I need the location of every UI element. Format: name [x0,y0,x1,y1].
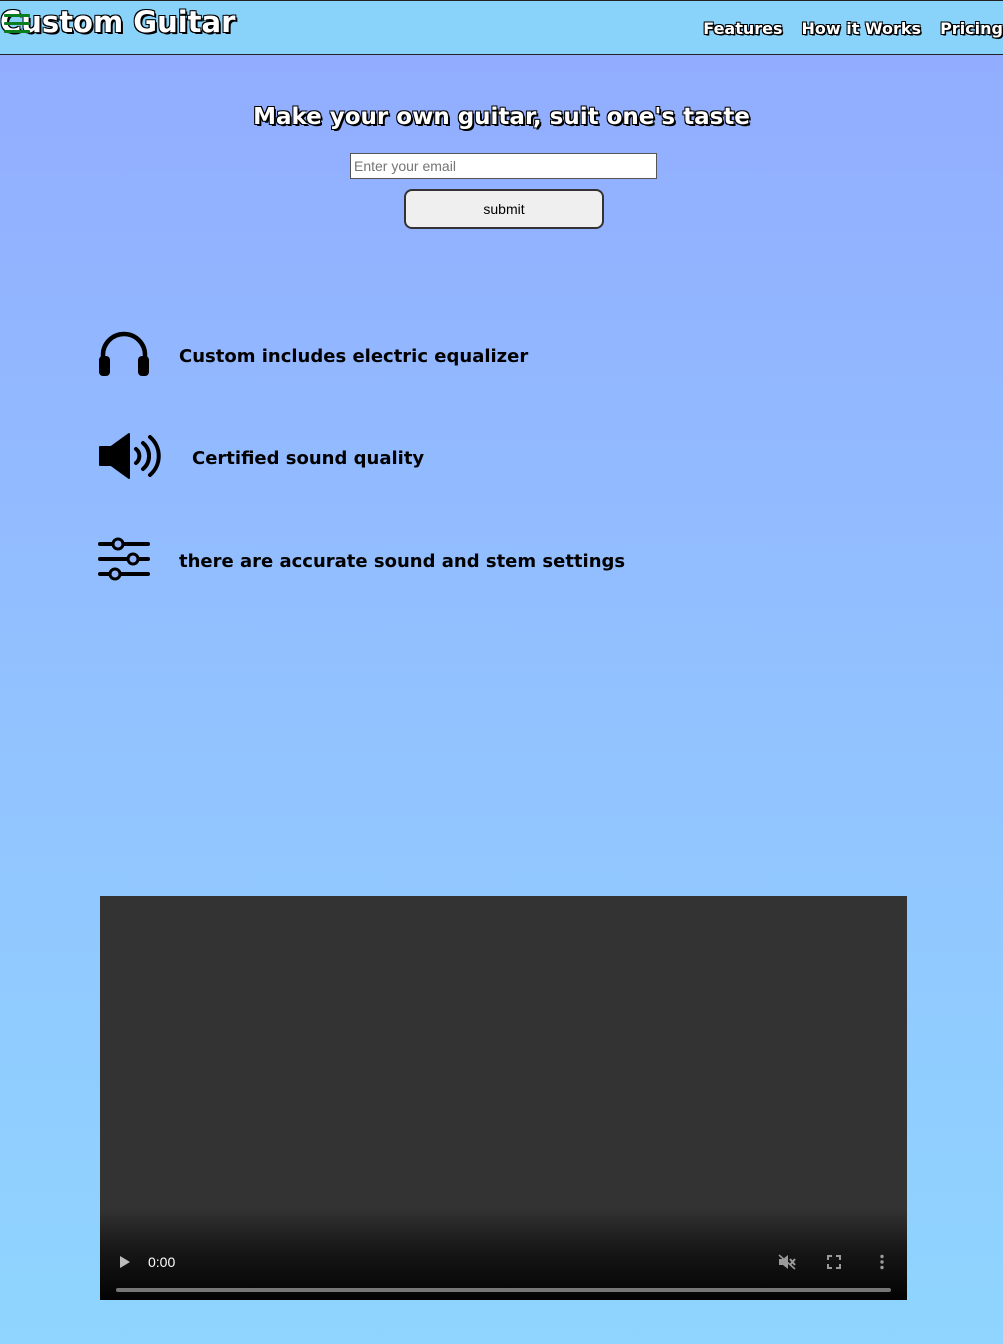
speaker-volume-icon [98,432,162,484]
video-progress-bar[interactable] [116,1288,891,1292]
play-icon[interactable] [118,1254,132,1268]
sliders-icon [98,536,150,586]
feature-item-settings: there are accurate sound and stem settin… [98,536,625,586]
email-input[interactable] [350,153,657,179]
feature-item-equalizer: Custom includes electric equalizer [98,331,528,381]
feature-text: there are accurate sound and stem settin… [179,550,626,572]
fullscreen-icon[interactable] [826,1254,844,1270]
feature-text: Custom includes electric equalizer [179,345,529,367]
more-options-icon[interactable] [874,1254,892,1270]
nav-link-features[interactable]: Features [703,19,782,38]
headphones-icon [98,331,150,381]
hamburger-menu-icon[interactable] [4,14,30,36]
feature-item-sound-quality: Certified sound quality [98,432,424,484]
video-player[interactable]: 0:00 [100,896,907,1300]
hero-title: Make your own guitar, suit one's taste [253,104,750,130]
main-nav: Features How it Works Pricing [703,19,1003,38]
feature-text: Certified sound quality [192,447,425,469]
video-controls: 0:00 [100,1208,907,1300]
site-header: Custom Guitar Features How it Works Pric… [0,0,1003,55]
nav-link-pricing[interactable]: Pricing [940,19,1003,38]
video-time: 0:00 [148,1254,176,1270]
logo-text[interactable]: Custom Guitar [0,5,235,39]
muted-volume-icon[interactable] [778,1254,796,1270]
nav-link-how-it-works[interactable]: How it Works [802,19,922,38]
submit-button[interactable]: submit [404,189,604,229]
